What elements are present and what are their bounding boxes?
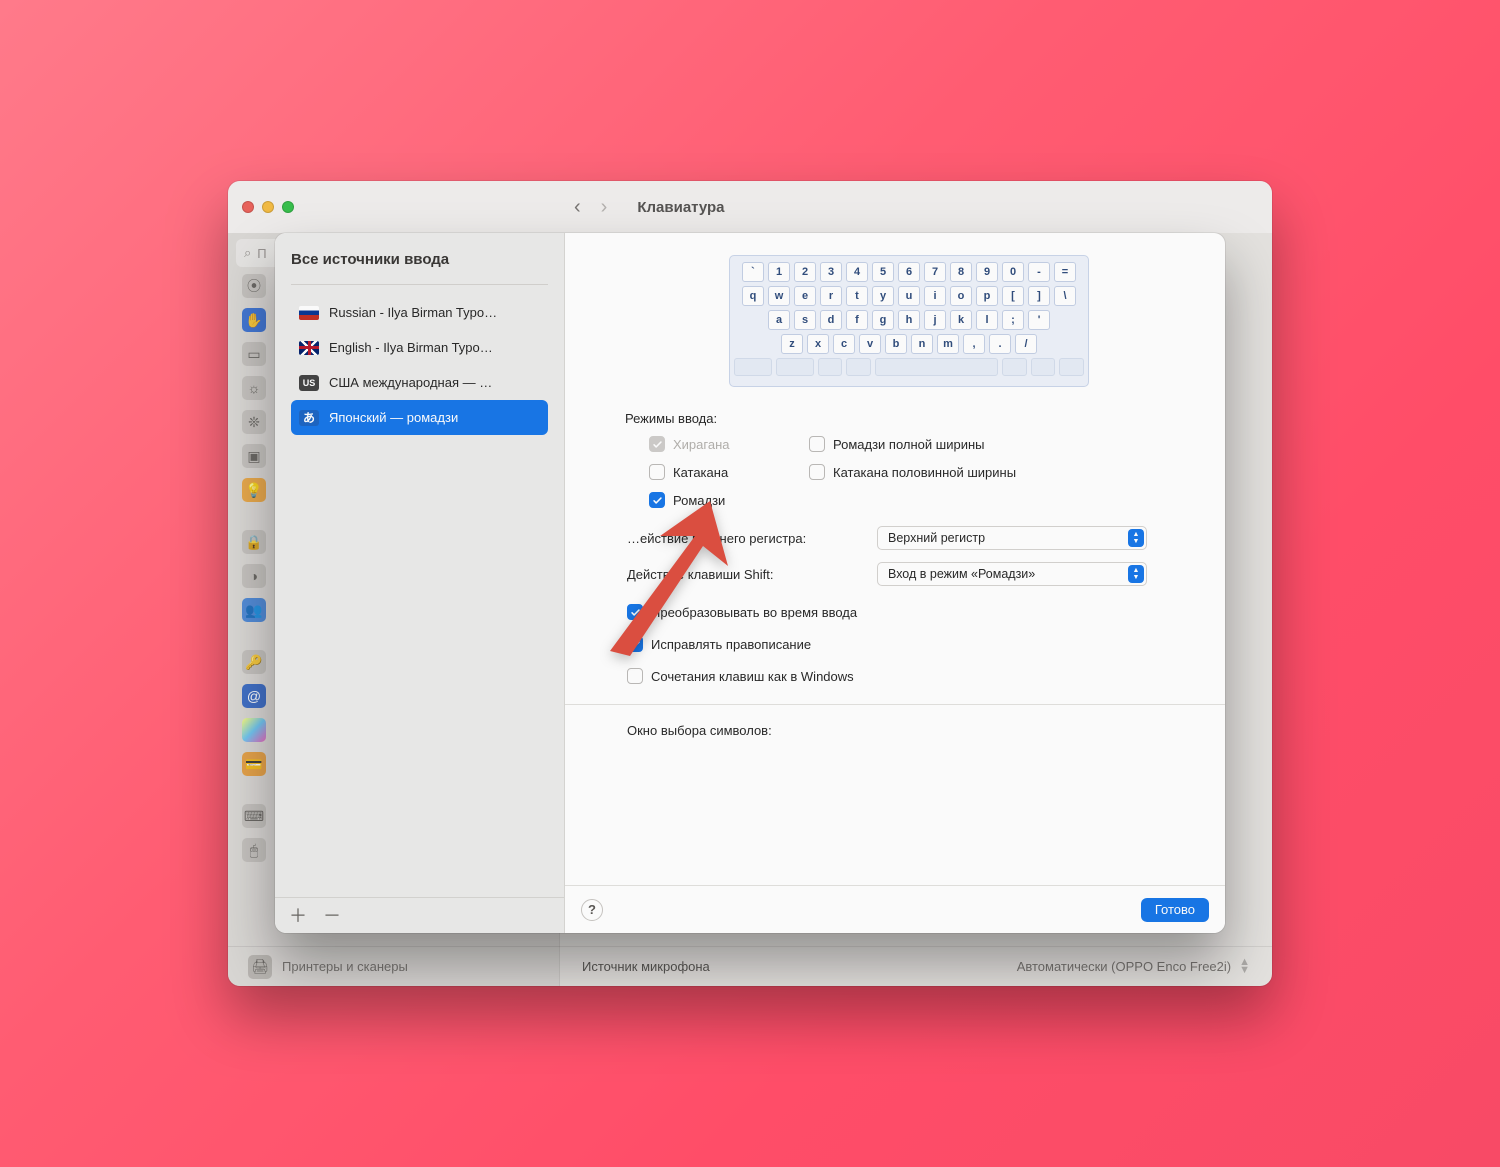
flag-icon: [299, 341, 319, 355]
nav-back-icon[interactable]: ‹: [574, 196, 581, 219]
checkbox[interactable]: [809, 464, 825, 480]
shift-action-select[interactable]: Вход в режим «Ромадзи» ▲▼: [877, 562, 1147, 586]
keyboard-preview: `1234567890-=qwertyuiop[]\asdfghjkl;'zxc…: [729, 255, 1089, 387]
users-icon: 👥: [242, 598, 266, 622]
bulb-icon: 💡: [242, 478, 266, 502]
wallet-icon: 💳: [242, 752, 266, 776]
mode-hiragana: Хирагана: [649, 436, 799, 452]
sidebar-item-icon: ▣: [242, 444, 266, 468]
sidebar-item-icon: ⦿: [242, 274, 266, 298]
sidebar-item-icon: ☼: [242, 376, 266, 400]
sources-heading: Все источники ввода: [291, 251, 548, 268]
hand-icon: ✋: [242, 308, 266, 332]
sidebar-item-icon: ❊: [242, 410, 266, 434]
chevron-updown-icon: ▲▼: [1128, 529, 1144, 547]
at-icon: @: [242, 684, 266, 708]
printers-label: Принтеры и сканеры: [282, 959, 408, 974]
nav-forward-icon[interactable]: ›: [601, 196, 608, 219]
search-icon: ⌕: [244, 245, 251, 261]
source-label: Russian - Ilya Birman Typo…: [329, 305, 497, 320]
remove-button[interactable]: －: [323, 907, 341, 925]
sources-list: Russian - Ilya Birman Typo… English - Ily…: [291, 295, 548, 435]
shift-action-row: Действие клавиши Shift: Вход в режим «Ро…: [627, 562, 1193, 586]
checkbox[interactable]: [649, 492, 665, 508]
mic-source-label: Источник микрофона: [582, 959, 710, 974]
mouse-icon: 🖱: [242, 838, 266, 862]
flag-icon: US: [299, 375, 319, 391]
mode-katakana[interactable]: Катакана: [649, 464, 799, 480]
chevron-updown-icon: ▲▼: [1128, 565, 1144, 583]
flag-icon: [299, 306, 319, 320]
add-button[interactable]: ＋: [289, 907, 307, 925]
symbols-window-label: Окно выбора символов:: [627, 723, 1193, 738]
mic-source-value: Автоматически (OPPO Enco Free2i): [1017, 959, 1231, 974]
sidebar-item-icon: ◑: [242, 564, 266, 588]
modal-sidebar: Все источники ввода Russian - Ilya Birma…: [275, 233, 565, 933]
capslock-action-select[interactable]: Верхний регистр ▲▼: [877, 526, 1147, 550]
capslock-action-row: …ействие верхнего регистра: Верхний реги…: [627, 526, 1193, 550]
divider: [565, 704, 1225, 705]
source-label: США международная — …: [329, 375, 492, 390]
page-title: Клавиатура: [637, 199, 724, 216]
maximize-button[interactable]: [282, 201, 294, 213]
source-label: English - Ilya Birman Typo…: [329, 340, 493, 355]
source-item[interactable]: Russian - Ilya Birman Typo…: [291, 295, 548, 330]
titlebar: ‹ › Клавиатура: [228, 181, 1272, 233]
mode-romaji[interactable]: Ромадзи: [649, 492, 799, 508]
source-item[interactable]: English - Ilya Birman Typo…: [291, 330, 548, 365]
opt-correct-spelling[interactable]: Исправлять правописание: [627, 636, 1193, 652]
close-button[interactable]: [242, 201, 254, 213]
sidebar-item-icon: 🔑: [242, 650, 266, 674]
help-button[interactable]: ?: [581, 899, 603, 921]
input-sources-modal: Все источники ввода Russian - Ilya Birma…: [275, 233, 1225, 933]
search-placeholder: П: [257, 246, 266, 261]
chevron-updown-icon[interactable]: ▲▼: [1239, 958, 1250, 974]
printer-icon: 🖨: [248, 955, 272, 979]
sidebar-item-icon: ▭: [242, 342, 266, 366]
checkbox[interactable]: [627, 636, 643, 652]
source-item[interactable]: US США международная — …: [291, 365, 548, 400]
done-button[interactable]: Готово: [1141, 898, 1209, 922]
mode-romaji-fullwidth[interactable]: Ромадзи полной ширины: [809, 436, 1099, 452]
keyboard-icon: ⌨: [242, 804, 266, 828]
checkbox[interactable]: [627, 604, 643, 620]
checkbox[interactable]: [627, 668, 643, 684]
modal-footer: ? Готово: [565, 885, 1225, 933]
flag-icon: あ: [299, 410, 319, 426]
source-item[interactable]: あ Японский — ромадзи: [291, 400, 548, 435]
input-modes-label: Режимы ввода:: [625, 411, 1193, 426]
checkbox[interactable]: [809, 436, 825, 452]
checkbox[interactable]: [649, 464, 665, 480]
opt-windows-shortcuts[interactable]: Сочетания клавиш как в Windows: [627, 668, 1193, 684]
microphone-source-row[interactable]: Источник микрофона Автоматически (OPPO E…: [560, 946, 1272, 986]
system-preferences-window: ‹ › Клавиатура ⌕ П ⦿ ✋ ▭ ☼ ❊ ▣ 💡 🔒 ◑ 👥 🔑…: [228, 181, 1272, 986]
checkbox: [649, 436, 665, 452]
divider: [291, 284, 548, 285]
lock-icon: 🔒: [242, 530, 266, 554]
sources-toolbar: ＋ －: [275, 897, 564, 933]
gamecenter-icon: [242, 718, 266, 742]
source-label: Японский — ромадзи: [329, 410, 458, 425]
mode-katakana-halfwidth[interactable]: Катакана половинной ширины: [809, 464, 1099, 480]
minimize-button[interactable]: [262, 201, 274, 213]
window-controls: [242, 201, 294, 213]
opt-convert-while-typing[interactable]: Преобразовывать во время ввода: [627, 604, 1193, 620]
